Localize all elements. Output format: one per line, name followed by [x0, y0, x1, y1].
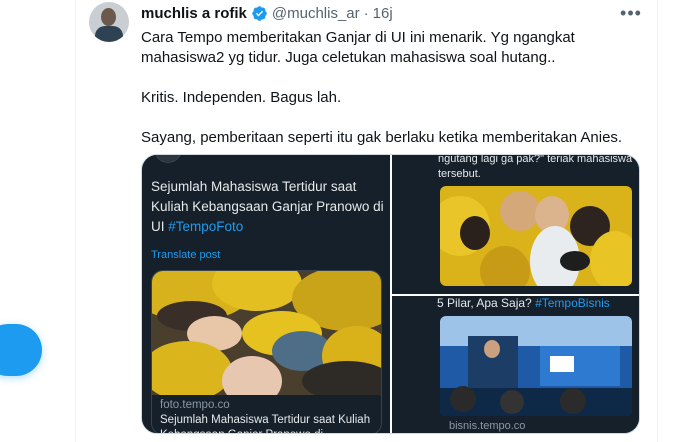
crowd-caption: ngutang lagi ga pak?" teriak mahasiswa t… — [438, 154, 633, 180]
separator-dot: · — [363, 4, 369, 22]
post-time[interactable]: 16j — [373, 5, 393, 22]
timeline-left-border — [75, 0, 76, 442]
quote-avatar — [154, 155, 182, 163]
avatar[interactable] — [89, 2, 129, 42]
user-handle[interactable]: @muchlis_ar — [272, 5, 360, 22]
translate-post-link: Translate post — [151, 249, 221, 261]
crowd-photo — [440, 186, 632, 286]
conference-domain: bisnis.tempo.co — [449, 420, 526, 432]
quote-card-title: Sejumlah Mahasiswa Tertidur saat Kuliah … — [160, 414, 371, 433]
quote-card-domain: foto.tempo.co — [160, 399, 230, 411]
media-image-conference[interactable]: 5 Pilar, Apa Saja? #TempoBisnis bisnis.t… — [392, 296, 639, 433]
tweet-line: mahasiswa2 yg tidur. Juga celetukan maha… — [141, 49, 556, 66]
media-image-crowd[interactable]: ngutang lagi ga pak?" teriak mahasiswa t… — [392, 154, 639, 294]
quote-title: Sejumlah Mahasiswa Tertidur saat Kuliah … — [151, 179, 384, 234]
quote-link-card: foto.tempo.co Sejumlah Mahasiswa Tertidu… — [151, 270, 382, 433]
tweet-page: muchlis a rofik @muchlis_ar · 16j ••• Ca… — [0, 0, 696, 442]
conference-hashtag: #TempoBisnis — [535, 296, 610, 310]
sleeping-students-photo — [152, 271, 381, 395]
user-name[interactable]: muchlis a rofik — [141, 5, 247, 22]
tweet-text: Cara Tempo memberitakan Ganjar di UI ini… — [141, 28, 661, 168]
verified-badge-icon[interactable] — [251, 5, 268, 22]
tweet-header: muchlis a rofik @muchlis_ar · 16j — [141, 3, 393, 23]
compose-post-button[interactable] — [0, 324, 42, 376]
conference-photo — [440, 316, 632, 416]
more-options-icon[interactable]: ••• — [620, 2, 642, 24]
media-grid[interactable]: Sejumlah Mahasiswa Tertidur saat Kuliah … — [141, 154, 640, 434]
tweet-line: Sayang, pemberitaan seperti itu gak berl… — [141, 129, 623, 146]
tweet-line: Kritis. Independen. Bagus lah. — [141, 89, 342, 106]
media-image-quote[interactable]: Sejumlah Mahasiswa Tertidur saat Kuliah … — [142, 155, 390, 433]
conference-caption: 5 Pilar, Apa Saja? #TempoBisnis — [437, 296, 610, 310]
quote-hashtag: #TempoFoto — [168, 219, 244, 234]
tweet-line: Cara Tempo memberitakan Ganjar di UI ini… — [141, 29, 575, 46]
